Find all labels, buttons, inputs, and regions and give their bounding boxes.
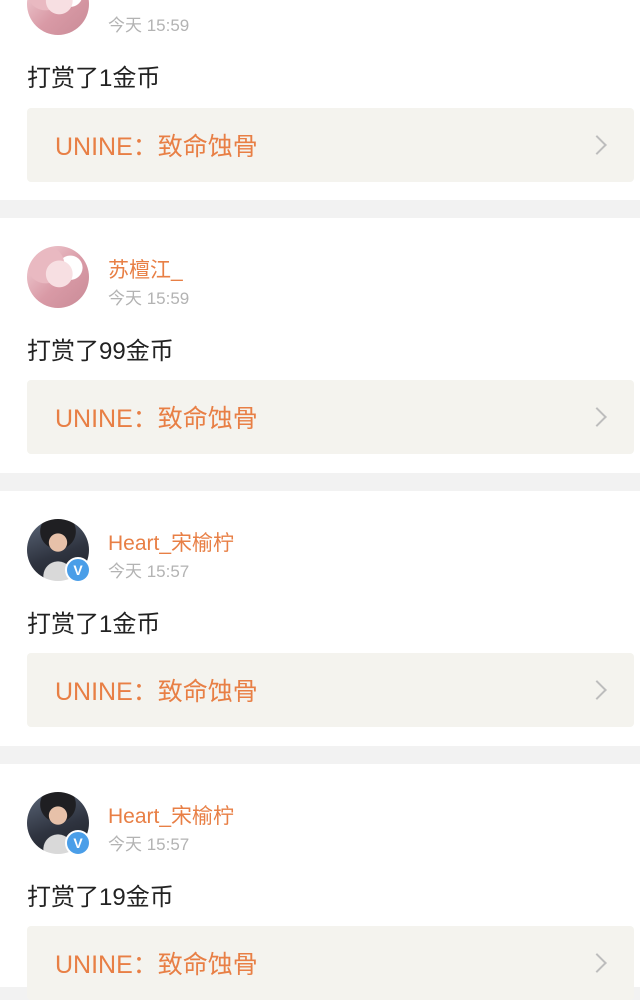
timestamp: 今天 15:57 xyxy=(108,562,190,581)
chevron-right-icon xyxy=(587,953,607,973)
reward-feed: 今天 15:59 打赏了1金币 UNINE：致命蚀骨 苏檀江_ 今天 15:59… xyxy=(0,0,640,1000)
linked-item-card[interactable]: UNINE：致命蚀骨 xyxy=(27,926,634,1000)
username[interactable]: Heart_宋榆柠 xyxy=(108,527,234,557)
avatar[interactable] xyxy=(27,246,89,308)
timestamp: 今天 15:59 xyxy=(108,16,190,35)
verified-badge-icon: V xyxy=(65,830,91,856)
chevron-right-icon xyxy=(587,135,607,155)
chevron-right-icon xyxy=(587,680,607,700)
verified-badge-icon: V xyxy=(65,557,91,583)
timestamp: 今天 15:59 xyxy=(108,289,190,308)
reward-message: 打赏了99金币 xyxy=(27,338,174,365)
reward-card: V Heart_宋榆柠 今天 15:57 打赏了1金币 UNINE：致命蚀骨 xyxy=(0,491,640,746)
linked-item-card[interactable]: UNINE：致命蚀骨 xyxy=(27,653,634,727)
linked-item-card[interactable]: UNINE：致命蚀骨 xyxy=(27,108,634,182)
linked-item-title: UNINE：致命蚀骨 xyxy=(55,678,258,706)
linked-item-title: UNINE：致命蚀骨 xyxy=(55,951,258,979)
username[interactable]: 苏檀江_ xyxy=(108,254,183,284)
avatar[interactable] xyxy=(27,0,89,35)
reward-card: 苏檀江_ 今天 15:59 打赏了99金币 UNINE：致命蚀骨 xyxy=(0,218,640,473)
username[interactable]: Heart_宋榆柠 xyxy=(108,800,234,830)
linked-item-title: UNINE：致命蚀骨 xyxy=(55,133,258,161)
reward-message: 打赏了19金币 xyxy=(27,884,174,911)
chevron-right-icon xyxy=(587,407,607,427)
reward-message: 打赏了1金币 xyxy=(27,65,161,92)
reward-card: 今天 15:59 打赏了1金币 UNINE：致命蚀骨 xyxy=(0,0,640,200)
reward-message: 打赏了1金币 xyxy=(27,611,161,638)
timestamp: 今天 15:57 xyxy=(108,835,190,854)
reward-card: V Heart_宋榆柠 今天 15:57 打赏了19金币 UNINE：致命蚀骨 xyxy=(0,764,640,1000)
avatar[interactable]: V xyxy=(27,792,91,856)
avatar[interactable]: V xyxy=(27,519,91,583)
linked-item-title: UNINE：致命蚀骨 xyxy=(55,405,258,433)
linked-item-card[interactable]: UNINE：致命蚀骨 xyxy=(27,380,634,454)
